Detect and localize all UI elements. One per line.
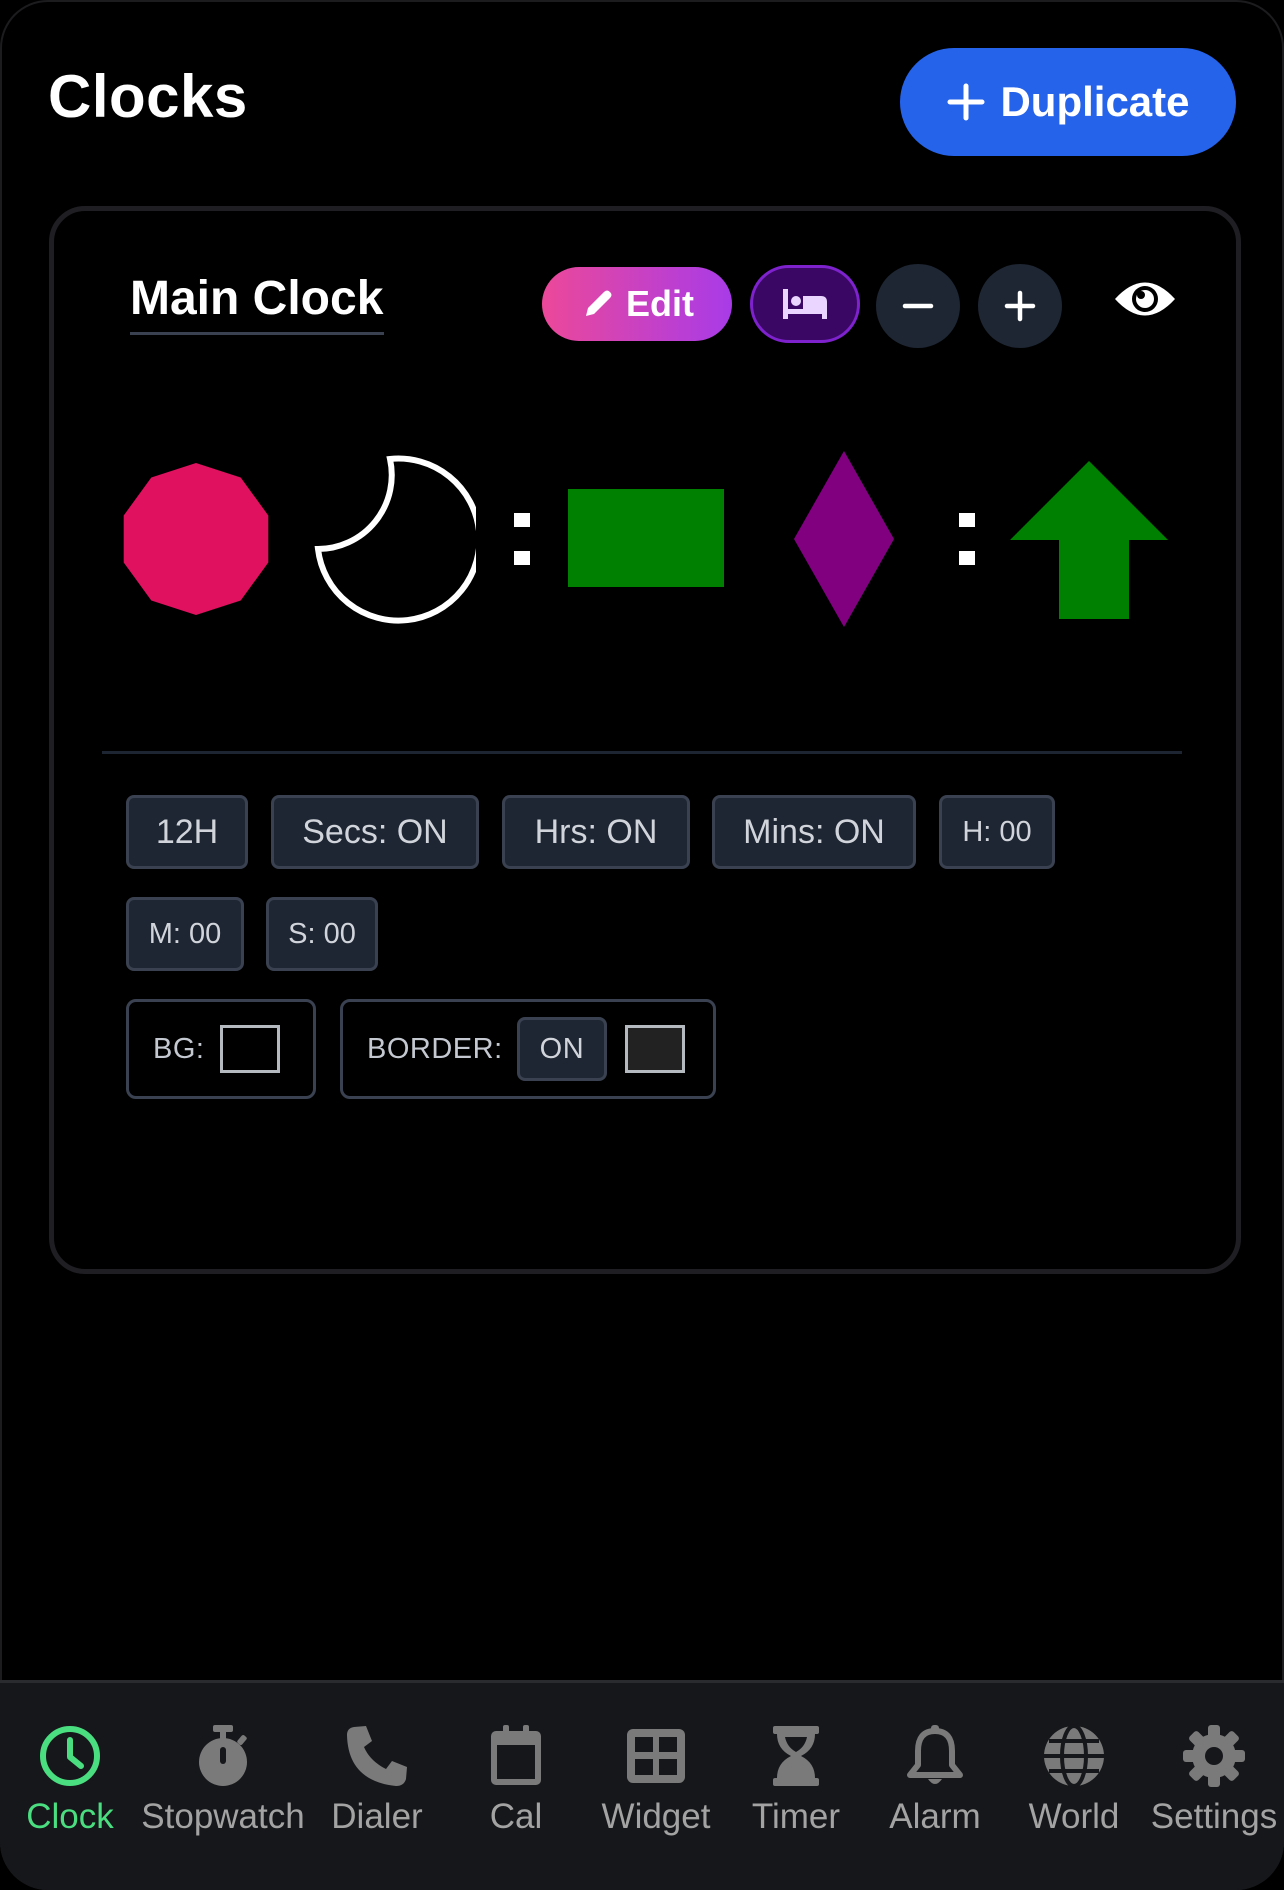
minute-tens-rectangle [568,489,724,587]
bg-label: BG: [153,1032,205,1065]
page-title: Clocks [48,63,248,130]
bg-color-group: BG: [126,999,316,1099]
hour-offset-label: H: 00 [962,815,1032,848]
seconds-arrow [1010,461,1168,619]
nav-label-alarm: Alarm [889,1797,981,1836]
gear-icon [1183,1725,1245,1787]
minute-offset-label: M: 00 [148,917,222,950]
phone-icon [347,1726,407,1786]
grid-icon [627,1729,685,1783]
hour-tens-decagon [123,463,269,615]
seconds-label: Secs: ON [302,812,448,851]
duplicate-label: Duplicate [1000,78,1190,125]
globe-icon [1044,1724,1104,1788]
clock-face-preview [54,211,1236,627]
duplicate-button[interactable]: Duplicate [900,48,1236,156]
hours-toggle[interactable]: Hrs: ON [502,795,690,869]
bell-icon [907,1725,963,1784]
border-label: BORDER: [367,1032,503,1065]
nav-label-dialer: Dialer [331,1797,423,1836]
nav-label-clock: Clock [26,1797,114,1836]
nav-label-cal: Cal [489,1797,543,1836]
clock-icon [40,1726,100,1786]
colon-separator [959,513,975,565]
nav-label-world: World [1028,1797,1120,1836]
stopwatch-icon [199,1725,247,1786]
seconds-toggle[interactable]: Secs: ON [271,795,479,869]
hours-label: Hrs: ON [534,812,658,851]
nav-label-stopwatch: Stopwatch [141,1797,305,1836]
second-offset-input[interactable]: S: 00 [266,897,378,971]
format-label: 12H [155,812,219,851]
nav-item-cal[interactable]: Cal [446,1683,586,1890]
minute-ones-diamond [794,451,894,627]
minutes-toggle[interactable]: Mins: ON [712,795,916,869]
nav-item-alarm[interactable]: Alarm [865,1683,1005,1890]
nav-label-settings: Settings [1150,1797,1278,1836]
clock-card: Main Clock Edit 12H Secs: ON Hrs: ON Min… [49,206,1241,1274]
minutes-label: Mins: ON [743,812,885,851]
section-divider [102,751,1182,754]
calendar-icon [491,1725,541,1785]
bg-color-swatch[interactable] [220,1025,281,1073]
nav-item-settings[interactable]: Settings [1144,1683,1284,1890]
hour-offset-input[interactable]: H: 00 [939,795,1055,869]
nav-item-widget[interactable]: Widget [586,1683,726,1890]
nav-label-timer: Timer [751,1797,841,1836]
nav-item-world[interactable]: World [1004,1683,1144,1890]
nav-item-timer[interactable]: Timer [726,1683,866,1890]
nav-item-stopwatch[interactable]: Stopwatch [141,1683,305,1890]
nav-item-clock[interactable]: Clock [0,1683,140,1890]
hourglass-icon [773,1726,819,1786]
border-group: BORDER: ON [340,999,716,1099]
app-screen: Clocks Duplicate Main Clock Edit 12H Sec… [0,0,1284,1890]
border-toggle-label: ON [539,1032,585,1065]
nav-label-widget: Widget [601,1797,711,1836]
plus-icon [947,83,985,121]
border-toggle[interactable]: ON [516,1017,608,1081]
nav-item-dialer[interactable]: Dialer [307,1683,447,1890]
bottom-nav: Clock Stopwatch Dialer Cal Widget Timer … [0,1680,1284,1890]
decagon-shape [123,463,269,615]
format-toggle[interactable]: 12H [126,795,248,869]
minute-offset-input[interactable]: M: 00 [126,897,244,971]
second-offset-label: S: 00 [288,917,356,950]
border-color-swatch[interactable] [625,1025,686,1073]
colon-separator [514,513,530,565]
hour-ones-crescent [314,455,476,624]
